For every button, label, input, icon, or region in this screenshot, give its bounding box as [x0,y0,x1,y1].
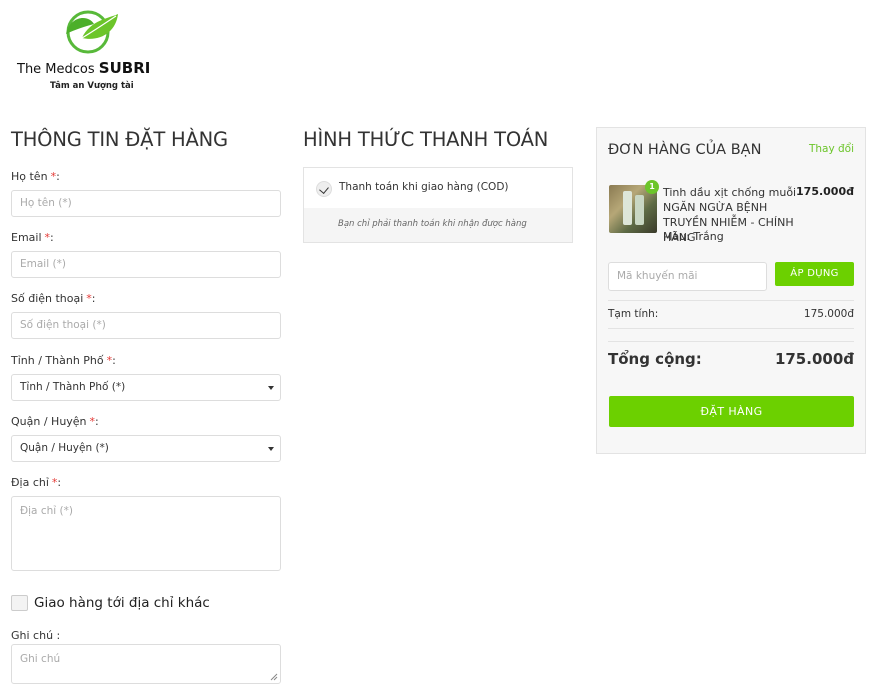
apply-coupon-button[interactable]: ÁP DỤNG [775,262,854,286]
brand-tagline: Tâm an Vượng tài [50,81,134,91]
caret-down-icon [268,386,274,390]
phone-input[interactable]: Số điện thoại (*) [11,312,281,339]
district-select-value: Quận / Huyện (*) [20,442,109,454]
coupon-input[interactable]: Mã khuyến mãi [608,262,767,291]
note-placeholder: Ghi chú [20,653,61,665]
district-label: Quận / Huyện *: [11,415,99,428]
payment-methods: Thanh toán khi giao hàng (COD) Bạn chỉ p… [303,167,573,243]
name-input[interactable]: Họ tên (*) [11,190,281,217]
checkout-title: THÔNG TIN ĐẶT HÀNG [11,128,228,151]
subtotal-value: 175.000đ [803,308,854,320]
note-textarea[interactable]: Ghi chú [11,644,281,684]
leaf-logo-icon [66,10,118,54]
city-select-value: Tỉnh / Thành Phố (*) [20,381,126,393]
product-price: 175.000đ [796,185,854,198]
email-input[interactable]: Email (*) [11,251,281,278]
divider [608,341,854,342]
ship-other-label[interactable]: Giao hàng tới địa chỉ khác [34,595,210,611]
divider [608,328,854,329]
resize-handle-icon[interactable] [270,673,278,681]
quantity-badge: 1 [645,180,659,194]
brand-logo[interactable]: The Medcos SUBRI Tâm an Vượng tài [15,8,170,94]
district-select[interactable]: Quận / Huyện (*) [11,435,281,462]
payment-title: HÌNH THỨC THANH TOÁN [303,128,549,151]
caret-down-icon [268,447,274,451]
payment-option-note: Bạn chỉ phải thanh toán khi nhận được hà… [338,219,527,229]
payment-option-cod[interactable]: Thanh toán khi giao hàng (COD) [304,168,572,208]
order-title: ĐƠN HÀNG CỦA BẠN [608,142,762,158]
address-label: Địa chỉ *: [11,476,62,489]
email-label: Email *: [11,231,54,244]
note-label: Ghi chú : [11,629,61,642]
product-variant: Màu: Trắng [663,230,724,243]
total-value: 175.000đ [774,350,854,368]
check-radio-icon[interactable] [316,181,332,197]
city-label: Tỉnh / Thành Phố *: [11,354,116,367]
change-link[interactable]: Thay đổi [809,143,854,155]
subtotal-label: Tạm tính: [608,308,659,320]
total-label: Tổng cộng: [608,350,702,368]
place-order-button[interactable]: ĐẶT HÀNG [609,396,854,427]
divider [608,300,854,301]
order-summary: ĐƠN HÀNG CỦA BẠN Thay đổi 1 Tinh dầu xịt… [596,127,866,454]
name-label: Họ tên *: [11,170,60,183]
address-textarea[interactable]: Địa chỉ (*) [11,496,281,571]
payment-option-label: Thanh toán khi giao hàng (COD) [339,181,509,193]
city-select[interactable]: Tỉnh / Thành Phố (*) [11,374,281,401]
ship-other-checkbox[interactable] [11,595,28,611]
phone-label: Số điện thoại *: [11,292,96,305]
brand-name: The Medcos SUBRI [17,59,151,77]
